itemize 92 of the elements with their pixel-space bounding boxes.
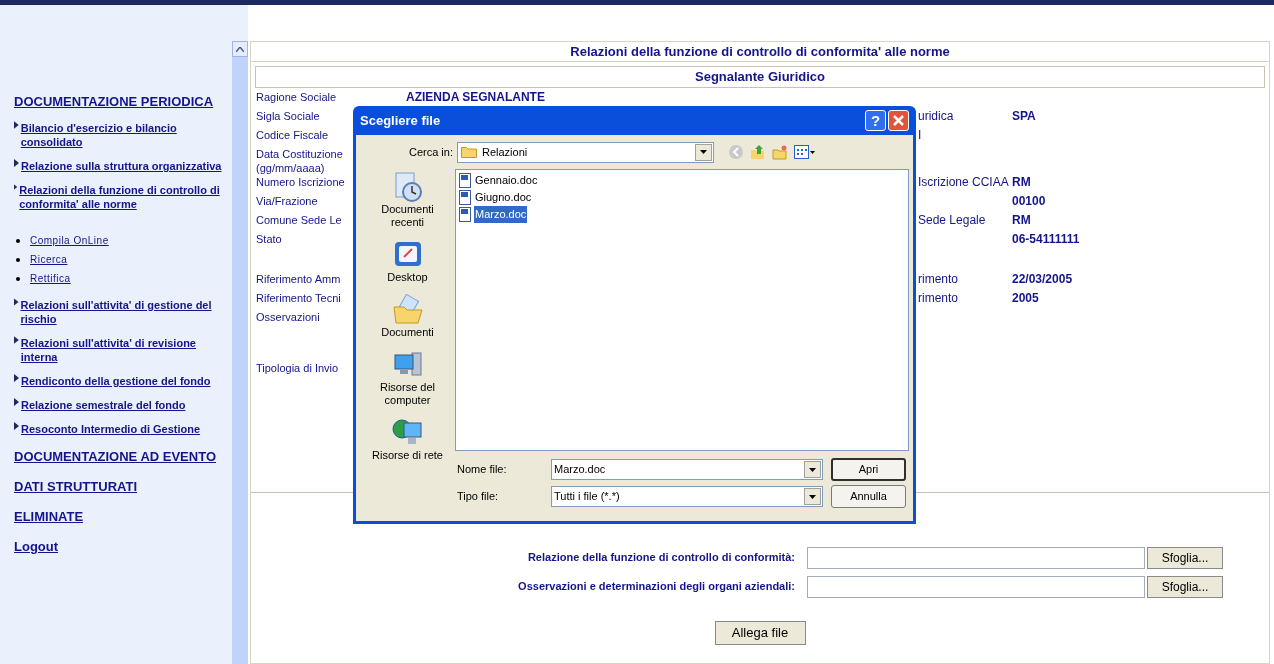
upload-label: Osservazioni e determinazioni degli organi aziendali:: [517, 579, 796, 595]
triangle-icon: [14, 298, 19, 306]
place-shortcut[interactable]: Risorse di rete: [363, 417, 452, 462]
new-folder-icon[interactable]: [772, 144, 788, 160]
field-value: 06-54111111: [1012, 232, 1080, 246]
look-in-label: Cerca in:: [407, 144, 454, 160]
section-link[interactable]: Logout: [14, 538, 228, 556]
section-header: Segnalante Giuridico: [255, 66, 1265, 88]
help-button[interactable]: ?: [865, 110, 886, 131]
file-item[interactable]: Giugno.doc: [474, 189, 533, 206]
page-title: Relazioni della funzione di controllo di conformita' alle norme: [251, 42, 1269, 62]
file-item[interactable]: Marzo.doc: [474, 206, 528, 223]
nav-link[interactable]: Relazioni della funzione di controllo di conformita' alle norme: [12, 183, 228, 211]
file-path-field[interactable]: [807, 575, 1145, 598]
nav-link[interactable]: Relazione semestrale del fondo: [14, 398, 186, 412]
field-label: Osservazioni: [256, 310, 321, 324]
field-label: Comune Sede Le: [256, 213, 343, 227]
dialog-title: Scegliere file: [360, 111, 442, 130]
nav-link[interactable]: Relazioni sull'attivita' di gestione del rischio: [13, 298, 228, 326]
look-in-dropdown[interactable]: Relazioni: [457, 141, 714, 163]
place-shortcut[interactable]: Documenti recenti: [363, 171, 452, 229]
triangle-icon: [14, 398, 19, 406]
open-button[interactable]: Apri: [831, 458, 906, 481]
browse-button[interactable]: Sfoglia...: [1147, 575, 1223, 598]
browse-button[interactable]: Sfoglia...: [1147, 546, 1223, 569]
field-label: Stato: [256, 232, 283, 246]
field-value: RM: [1012, 213, 1031, 227]
file-type-label: Tipo file:: [456, 489, 500, 505]
field-label: Via/Frazione: [256, 194, 319, 208]
field-label: Sigla Sociale: [256, 109, 321, 123]
file-type-dropdown[interactable]: Tutti i file (*.*): [551, 486, 823, 507]
document-icon: [458, 190, 472, 205]
up-folder-icon[interactable]: [750, 144, 766, 160]
upload-label: Relazione della funzione di controllo di conformità:: [526, 550, 796, 566]
field-label: rimento: [918, 291, 958, 305]
folder-icon: [391, 294, 424, 326]
triangle-icon: [14, 159, 19, 167]
file-item[interactable]: Gennaio.doc: [474, 172, 539, 189]
document-icon: [458, 207, 472, 222]
field-value: 2005: [1012, 291, 1039, 305]
nav-link[interactable]: Resoconto Intermedio di Gestione: [14, 422, 201, 436]
field-value: SPA: [1012, 109, 1036, 123]
place-shortcut[interactable]: Documenti: [363, 294, 452, 339]
field-value: AZIENDA SEGNALANTE: [406, 90, 545, 104]
view-menu-icon[interactable]: [794, 144, 816, 160]
nav-link[interactable]: Bilancio d'esercizio e bilancio consolidato: [13, 121, 228, 149]
field-label: Iscrizione CCIAA: [918, 175, 1009, 189]
file-name-field[interactable]: Marzo.doc: [551, 459, 823, 480]
place-shortcut[interactable]: Risorse del computer: [363, 349, 452, 407]
file-name-label: Nome file:: [456, 462, 508, 478]
file-path-field[interactable]: [807, 546, 1145, 569]
field-value: 00100: [1012, 194, 1046, 208]
field-label: Codice Fiscale: [256, 128, 330, 142]
section-link[interactable]: DATI STRUTTURATI: [14, 478, 228, 496]
nav-link[interactable]: Relazioni sull'attivita' di revisione interna: [13, 336, 228, 364]
sub-link[interactable]: Rettifica: [30, 271, 71, 286]
nav-link[interactable]: Rendiconto della gestione del fondo: [14, 374, 211, 388]
cancel-button[interactable]: Annulla: [831, 485, 906, 508]
field-label: Riferimento Amm: [256, 272, 342, 286]
field-label: Tipologia di Invio: [256, 361, 340, 375]
triangle-icon: [14, 121, 19, 129]
field-value: RM: [1012, 175, 1031, 189]
scrollbar[interactable]: [232, 41, 248, 664]
scroll-up-icon: [236, 46, 244, 52]
attach-file-button[interactable]: Allega file: [714, 621, 806, 645]
field-label: Numero Iscrizione: [256, 175, 346, 189]
nav-link[interactable]: Relazione sulla struttura organizzativa: [14, 159, 222, 173]
triangle-icon: [14, 183, 18, 191]
close-button[interactable]: [888, 110, 909, 131]
close-icon: [893, 115, 904, 126]
sub-link[interactable]: Ricerca: [30, 252, 68, 267]
sub-link[interactable]: Compila OnLine: [30, 233, 109, 248]
triangle-icon: [14, 336, 19, 344]
field-label: Sede Legale: [918, 213, 986, 227]
field-value: 22/03/2005: [1012, 272, 1073, 286]
field-label: Riferimento Tecni: [256, 291, 342, 305]
section-link[interactable]: ELIMINATE: [14, 508, 228, 526]
bullet-icon: [16, 257, 20, 262]
section-link[interactable]: DOCUMENTAZIONE PERIODICA: [14, 93, 228, 111]
field-label: Data Costituzione (gg/mm/aaaa): [256, 147, 344, 175]
document-icon: [458, 173, 472, 188]
bullet-icon: [16, 238, 20, 243]
triangle-icon: [14, 374, 19, 382]
place-shortcut[interactable]: Desktop: [363, 239, 452, 284]
field-label: uridica: [918, 109, 954, 123]
triangle-icon: [14, 422, 19, 430]
field-label: Ragione Sociale: [256, 90, 338, 104]
field-label: rimento: [918, 272, 958, 286]
bullet-icon: [16, 276, 20, 281]
folder-icon: [461, 146, 477, 158]
field-label: I: [918, 128, 922, 142]
section-link[interactable]: DOCUMENTAZIONE AD EVENTO: [14, 448, 228, 466]
